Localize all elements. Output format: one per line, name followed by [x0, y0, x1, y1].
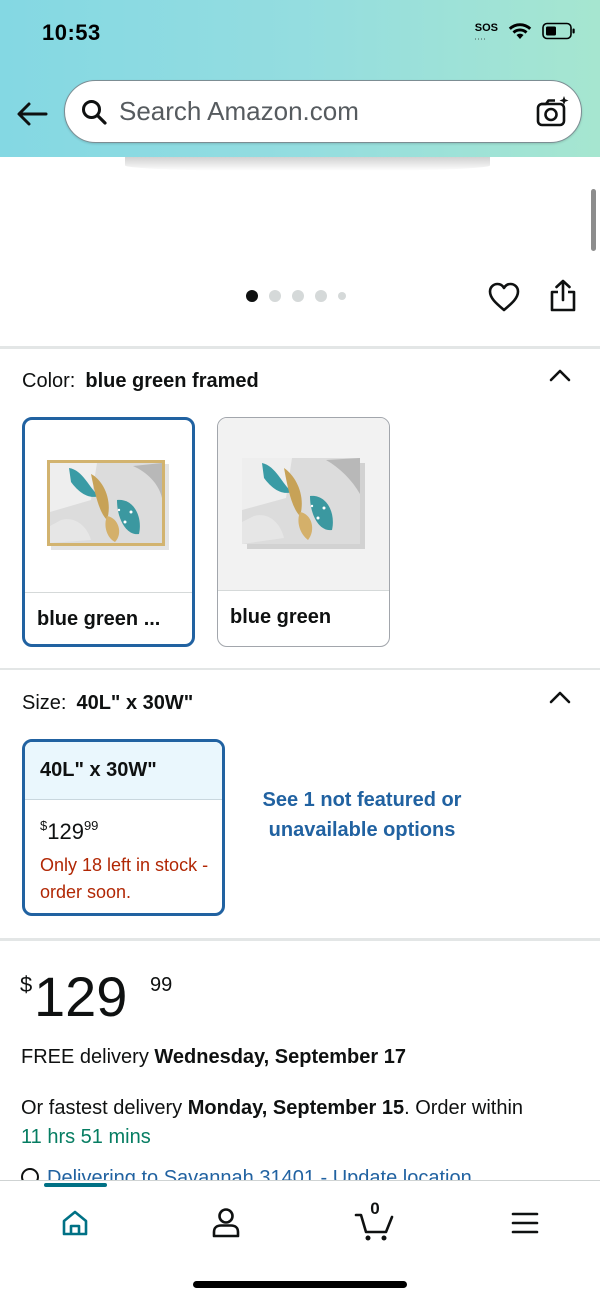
wifi-icon: [508, 23, 532, 39]
delivery-countdown: 11 hrs 51 mins: [21, 1126, 151, 1148]
color-option-label: blue green: [230, 606, 332, 628]
image-carousel-dots: [246, 290, 346, 302]
chevron-up-icon[interactable]: [548, 689, 572, 705]
delivery-location-link[interactable]: Delivering to Savannah 31401 - Update lo…: [21, 1167, 472, 1181]
size-option-price: $12999: [40, 818, 99, 844]
back-arrow-icon: [17, 102, 48, 126]
color-selected-value: blue green framed: [85, 370, 259, 392]
carousel-dot[interactable]: [315, 290, 327, 302]
carousel-dot[interactable]: [292, 290, 304, 302]
back-button[interactable]: [14, 96, 50, 132]
bottom-navigation: 0: [0, 1180, 600, 1299]
color-label: Color: blue green framed: [22, 370, 259, 392]
color-option-blue-green-framed[interactable]: blue green ...: [22, 417, 195, 647]
painting-thumbnail-framed: [25, 420, 192, 592]
product-image-bottom: [125, 157, 490, 171]
carousel-dot[interactable]: [246, 290, 258, 302]
section-divider: [0, 938, 600, 941]
share-icon[interactable]: [548, 279, 578, 313]
nav-account[interactable]: [206, 1203, 246, 1243]
painting-thumbnail: [218, 418, 389, 590]
nav-cart[interactable]: 0: [354, 1199, 394, 1243]
carousel-dot[interactable]: [269, 290, 281, 302]
home-icon: [62, 1210, 88, 1236]
status-time: 10:53: [42, 20, 101, 45]
size-option-40x30[interactable]: 40L" x 30W" $12999 Only 18 left in stock…: [22, 739, 225, 916]
nav-menu[interactable]: [505, 1203, 545, 1243]
section-divider: [0, 346, 600, 349]
carousel-dot[interactable]: [338, 292, 346, 300]
section-divider: [0, 668, 600, 670]
scrollbar[interactable]: [591, 189, 596, 251]
camera-search-icon[interactable]: [535, 95, 569, 129]
color-option-blue-green[interactable]: blue green: [217, 417, 390, 647]
size-selected-value: 40L" x 30W": [76, 692, 194, 714]
battery-icon: [542, 22, 575, 40]
menu-icon: [511, 1212, 539, 1234]
product-image-area: [0, 157, 600, 347]
sos-indicator: SOS ····: [474, 21, 498, 43]
nav-home[interactable]: [55, 1203, 95, 1243]
header: 10:53 SOS ····: [0, 0, 600, 157]
search-input[interactable]: [119, 96, 519, 127]
color-option-label: blue green ...: [37, 608, 161, 630]
free-delivery-text: FREE delivery Wednesday, September 17: [21, 1046, 406, 1068]
status-icons: SOS ····: [474, 21, 576, 43]
fastest-delivery-text: Or fastest delivery Monday, September 15…: [21, 1097, 524, 1148]
cart-icon: [354, 1213, 394, 1241]
chevron-up-icon[interactable]: [548, 367, 572, 383]
search-bar[interactable]: [64, 80, 582, 143]
active-tab-indicator: [44, 1183, 107, 1187]
see-unavailable-options-link[interactable]: See 1 not featured or unavailable option…: [252, 785, 472, 845]
size-label: Size: 40L" x 30W": [22, 692, 194, 714]
user-icon: [212, 1208, 240, 1238]
search-icon: [82, 99, 107, 125]
home-indicator: [193, 1281, 407, 1288]
size-option-label: 40L" x 30W": [25, 742, 222, 800]
stock-warning: Only 18 left in stock - order soon.: [40, 855, 209, 902]
heart-icon[interactable]: [487, 281, 521, 313]
